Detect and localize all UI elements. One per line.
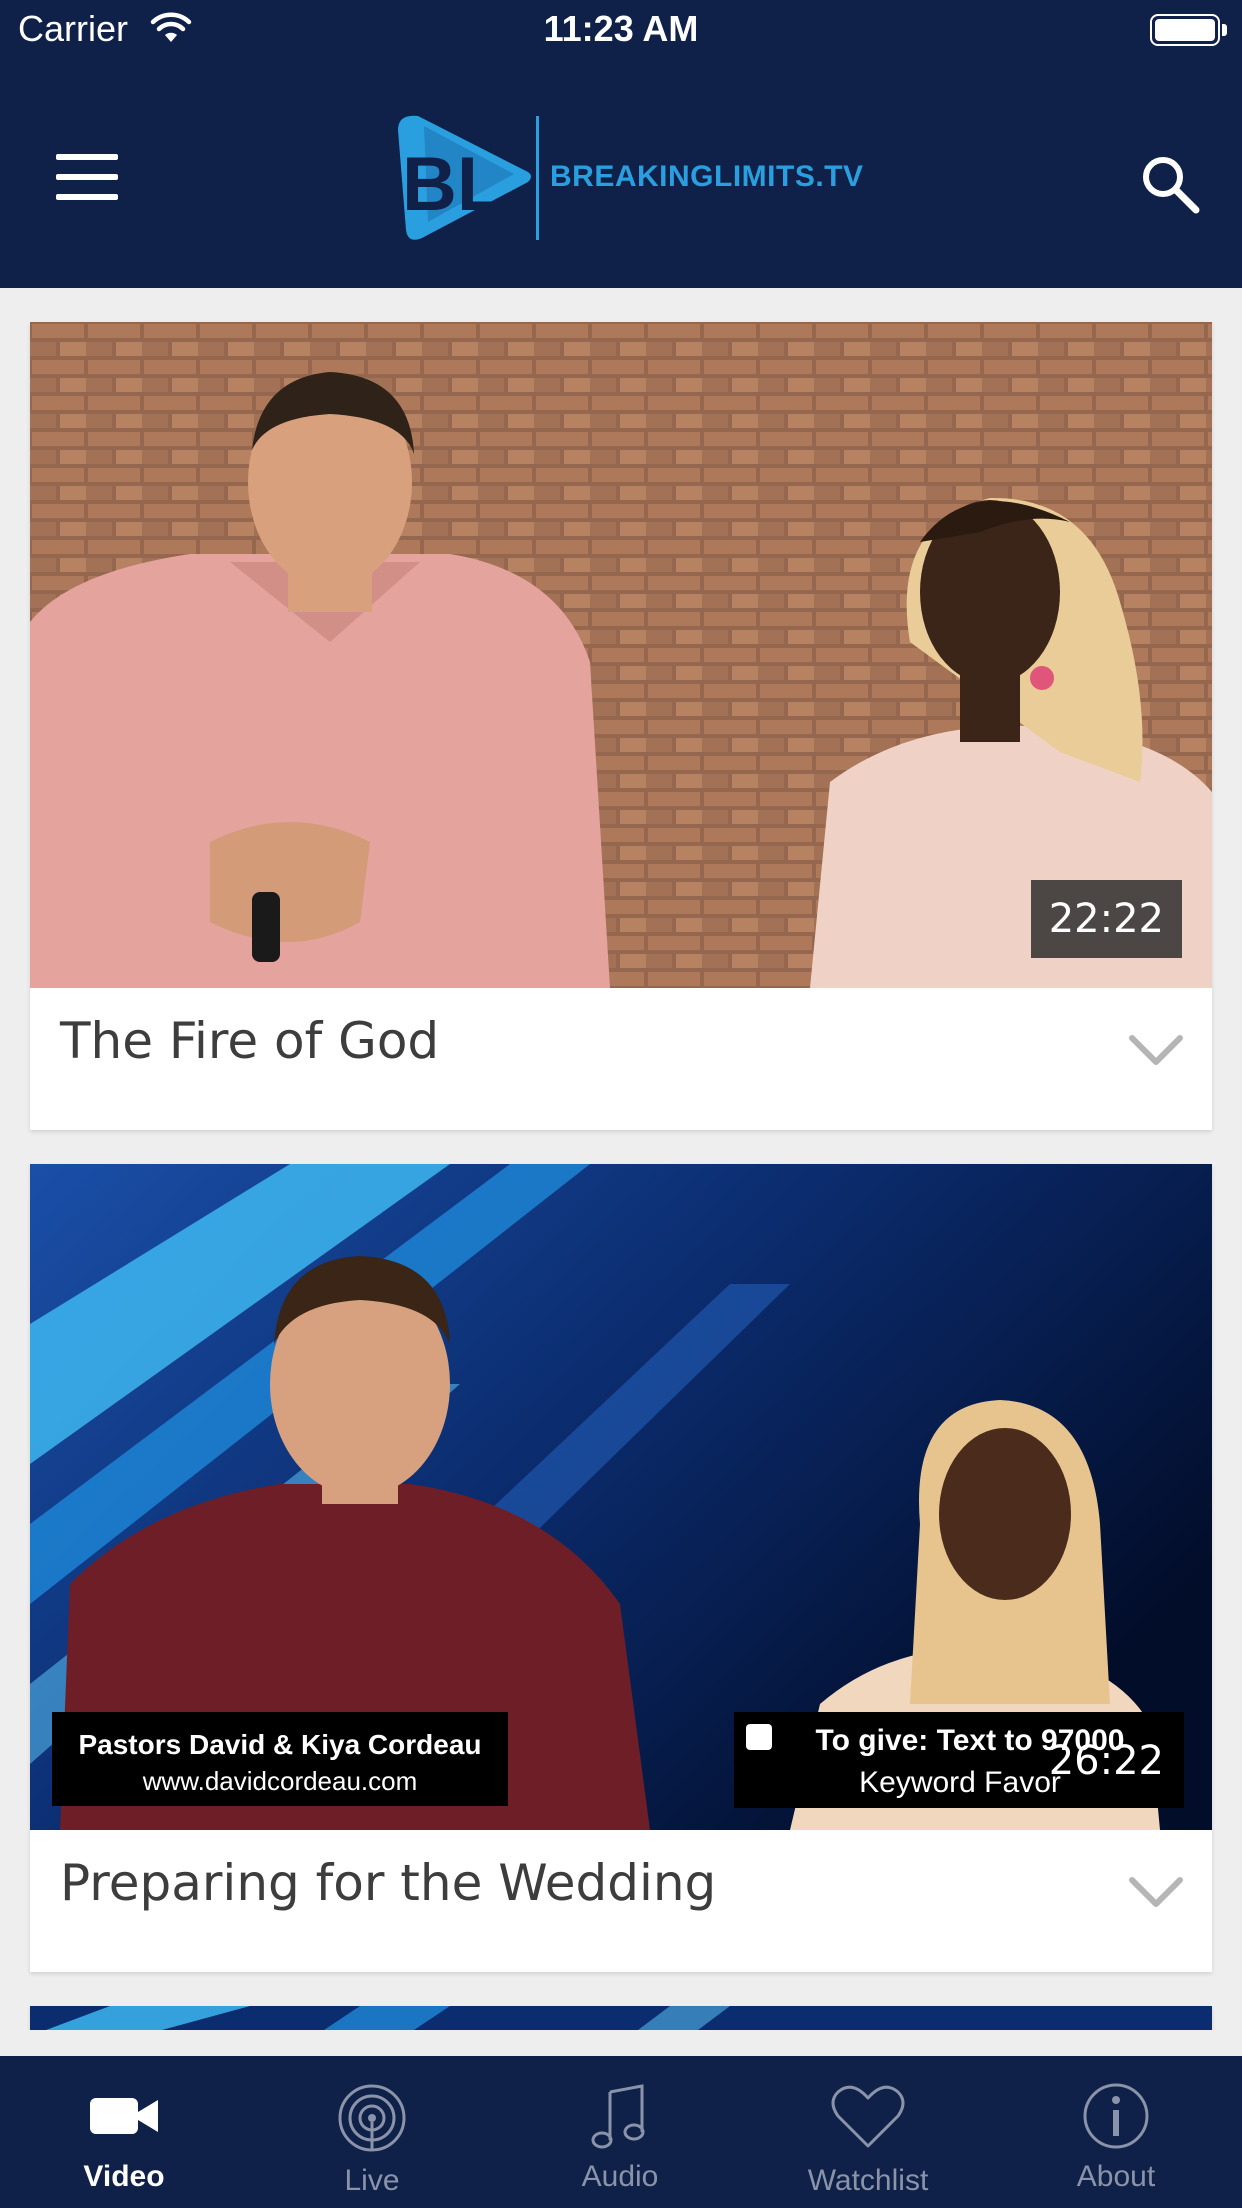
- status-bar: Carrier 11:23 AM: [0, 0, 1242, 62]
- video-thumbnail[interactable]: Pastors David & Kiya Cordeau www.davidco…: [30, 1164, 1212, 1830]
- tab-live[interactable]: Live: [248, 2056, 496, 2208]
- chevron-down-icon[interactable]: [1128, 1034, 1184, 1068]
- logo-divider: [536, 116, 539, 240]
- video-title[interactable]: The Fire of God: [60, 1012, 439, 1070]
- tab-audio[interactable]: Audio: [496, 2056, 744, 2208]
- logo-mark-text: BL: [402, 142, 503, 227]
- overlay-website-text: www.davidcordeau.com: [142, 1766, 418, 1796]
- search-icon[interactable]: [1138, 152, 1202, 216]
- video-title[interactable]: Preparing for the Wedding: [60, 1854, 716, 1912]
- video-card: [30, 2006, 1212, 2030]
- live-broadcast-icon: [338, 2084, 406, 2152]
- duration-badge: 26:22: [1048, 1738, 1164, 1784]
- bl-logo-mark-icon: BL: [398, 115, 531, 240]
- tab-label: Video: [83, 2160, 165, 2193]
- heart-icon: [831, 2085, 905, 2148]
- tab-about[interactable]: About: [992, 2056, 1240, 2208]
- hamburger-menu-icon[interactable]: [54, 154, 124, 204]
- battery-icon: [1150, 14, 1220, 46]
- duration-badge: 22:22: [1030, 880, 1182, 958]
- video-thumbnail[interactable]: [30, 2006, 1212, 2030]
- video-card: Pastors David & Kiya Cordeau www.davidco…: [30, 1164, 1212, 1972]
- video-thumbnail[interactable]: 22:22: [30, 322, 1212, 988]
- bottom-tab-bar: Video Live Audio Watchlist About: [0, 2056, 1242, 2208]
- chevron-down-icon[interactable]: [1128, 1876, 1184, 1910]
- overlay-presenters-text: Pastors David & Kiya Cordeau: [78, 1729, 481, 1760]
- info-icon: [1083, 2083, 1149, 2149]
- breakinglimits-logo: BL BREAKINGLIMITS.TV: [394, 112, 863, 242]
- music-note-icon: [591, 2084, 645, 2149]
- phone-icon: [746, 1724, 772, 1750]
- tab-label: About: [1076, 2160, 1156, 2193]
- tab-label: Watchlist: [807, 2164, 929, 2197]
- video-feed: 22:22 The Fire of God Pastors David & Ki…: [0, 288, 1242, 2030]
- video-camera-icon: [90, 2098, 158, 2134]
- app-header: Carrier 11:23 AM BL BREAKINGLIMITS.TV: [0, 0, 1242, 288]
- battery-cap: [1222, 24, 1227, 36]
- tab-watchlist[interactable]: Watchlist: [744, 2056, 992, 2208]
- tab-label: Audio: [581, 2160, 659, 2193]
- tab-label: Live: [344, 2164, 400, 2197]
- logo-text: BREAKINGLIMITS.TV: [550, 160, 864, 193]
- status-time: 11:23 AM: [543, 8, 699, 49]
- tab-video[interactable]: Video: [0, 2056, 248, 2208]
- video-card: 22:22 The Fire of God: [30, 322, 1212, 1130]
